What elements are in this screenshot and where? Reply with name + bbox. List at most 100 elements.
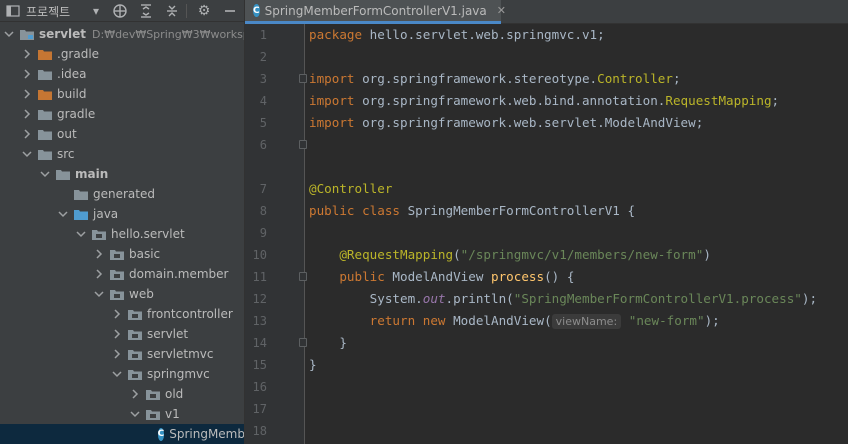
keyword: import	[309, 71, 355, 86]
tree-item-label: domain.member	[129, 267, 229, 281]
toolbar-divider	[186, 4, 187, 18]
code-text: }	[309, 357, 317, 372]
code-text: SpringMemberFormControllerV1 {	[400, 203, 636, 218]
tree-item[interactable]: out	[0, 124, 244, 144]
tree-item-label: generated	[93, 187, 155, 201]
tree-item[interactable]: java	[0, 204, 244, 224]
module-icon	[20, 29, 34, 40]
chevron-right-icon[interactable]	[22, 69, 32, 79]
chevron-right-icon[interactable]	[112, 349, 122, 359]
chevron-right-icon[interactable]	[22, 89, 32, 99]
code-text: org.springframework.stereotype.	[354, 71, 598, 86]
code-text: (	[453, 247, 461, 262]
folder-icon	[74, 209, 88, 220]
chevron-down-icon[interactable]	[4, 29, 14, 39]
gear-icon[interactable]: ⚙	[196, 3, 212, 19]
line-number: 9	[259, 226, 267, 240]
package-folder-icon	[110, 249, 124, 260]
keyword: public	[339, 269, 385, 284]
folder-icon	[38, 109, 52, 120]
tree-item[interactable]: servletmvc	[0, 344, 244, 364]
chevron-right-icon[interactable]	[112, 309, 122, 319]
chevron-right-icon[interactable]	[22, 49, 32, 59]
tree-item-label: .idea	[57, 67, 87, 81]
tree-item[interactable]: frontcontroller	[0, 304, 244, 324]
dropdown-icon[interactable]: ▾	[88, 3, 104, 19]
tree-item[interactable]: servlet D:₩dev₩Spring₩3₩workspace	[0, 24, 244, 44]
tree-item[interactable]: build	[0, 84, 244, 104]
tab-label: SpringMemberFormControllerV1.java	[264, 3, 487, 18]
tree-item[interactable]: gradle	[0, 104, 244, 124]
annotation-class: RequestMapping	[665, 93, 772, 108]
tree-item[interactable]: old	[0, 384, 244, 404]
code-line-3: import org.springframework.stereotype.Co…	[309, 68, 681, 90]
tree-item[interactable]: generated	[0, 184, 244, 204]
tree-item[interactable]: v1	[0, 404, 244, 424]
chevron-right-icon[interactable]	[94, 249, 104, 259]
line-number: 10	[252, 248, 267, 262]
tab-springmemberformcontrollerv1[interactable]: C SpringMemberFormControllerV1.java ✕	[245, 0, 506, 24]
package-folder-icon	[128, 369, 142, 380]
tree-item-label: basic	[129, 247, 161, 261]
line-number: 11	[252, 270, 267, 284]
chevron-down-icon[interactable]	[76, 229, 86, 239]
chevron-right-icon[interactable]	[130, 389, 140, 399]
fold-icon[interactable]	[299, 272, 307, 281]
line-number: 13	[252, 314, 267, 328]
project-view-selector[interactable]: 프로젝트	[6, 0, 70, 22]
code-text: ;	[771, 93, 780, 108]
package-folder-icon	[128, 309, 142, 320]
tree-item[interactable]: web	[0, 284, 244, 304]
chevron-right-icon[interactable]	[22, 129, 32, 139]
line-number: 5	[259, 116, 267, 130]
code-text: System.	[369, 291, 423, 306]
code-text: ;	[672, 71, 681, 86]
project-path: D:₩dev₩Spring₩3₩workspace	[92, 27, 244, 41]
chevron-right-icon[interactable]	[94, 269, 104, 279]
tree-item[interactable]: src	[0, 144, 244, 164]
chevron-down-icon[interactable]	[40, 169, 50, 179]
package-folder-icon	[110, 269, 124, 280]
tree-item[interactable]: servlet	[0, 324, 244, 344]
tree-item[interactable]: domain.member	[0, 264, 244, 284]
tree-item-label: frontcontroller	[147, 307, 233, 321]
tree-item-label: springmvc	[147, 367, 210, 381]
fold-icon[interactable]	[299, 140, 307, 149]
tree-item[interactable]: basic	[0, 244, 244, 264]
tree-item[interactable]: .idea	[0, 64, 244, 84]
chevron-right-icon[interactable]	[112, 329, 122, 339]
close-icon[interactable]: ✕	[497, 4, 506, 17]
annotation: @Controller	[309, 181, 393, 196]
fold-icon[interactable]	[299, 338, 307, 347]
line-number: 7	[259, 182, 267, 196]
tree-item[interactable]: springmvc	[0, 364, 244, 384]
collapse-all-icon[interactable]	[164, 3, 180, 19]
line-number: 17	[252, 402, 267, 416]
chevron-down-icon[interactable]	[58, 209, 68, 219]
chevron-down-icon[interactable]	[130, 409, 140, 419]
project-panel-title: 프로젝트	[26, 4, 71, 19]
java-class-icon: C	[253, 4, 260, 17]
code-line-4: import org.springframework.web.bind.anno…	[309, 90, 779, 112]
tree-item[interactable]: .gradle	[0, 44, 244, 64]
line-number: 12	[252, 292, 267, 306]
keyword: return new	[369, 313, 446, 328]
line-number: 1	[259, 28, 267, 42]
package-folder-icon	[128, 329, 142, 340]
minimize-icon[interactable]	[222, 3, 238, 19]
chevron-down-icon[interactable]	[94, 289, 104, 299]
chevron-right-icon[interactable]	[22, 109, 32, 119]
tree-item[interactable]: main	[0, 164, 244, 184]
line-number: 6	[259, 138, 267, 152]
code-text: }	[339, 335, 347, 350]
chevron-down-icon[interactable]	[112, 369, 122, 379]
chevron-down-icon[interactable]	[22, 149, 32, 159]
fold-icon[interactable]	[299, 74, 307, 83]
tree-item[interactable]: hello.servlet	[0, 224, 244, 244]
tree-item[interactable]: C SpringMemb	[0, 424, 244, 444]
crosshair-icon[interactable]	[112, 3, 128, 19]
expand-all-icon[interactable]	[138, 3, 154, 19]
code-area[interactable]: package hello.servlet.web.springmvc.v1; …	[309, 24, 848, 444]
tree-item-label: v1	[165, 407, 180, 421]
